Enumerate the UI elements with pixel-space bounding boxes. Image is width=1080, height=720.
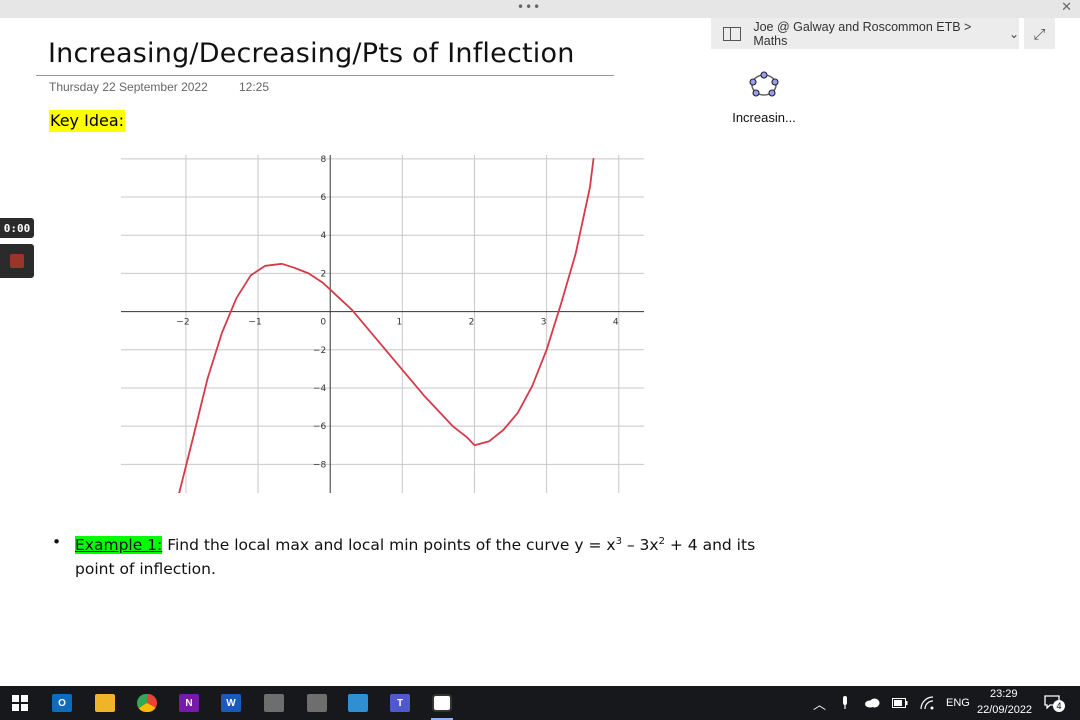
- close-icon[interactable]: ✕: [1061, 0, 1072, 15]
- x-tick-label: 1: [396, 318, 402, 328]
- taskbar-app[interactable]: [346, 691, 370, 715]
- example-text-b: – 3x: [621, 536, 659, 554]
- attachment-name: Increasin...: [732, 110, 796, 125]
- chevron-down-icon: ⌄: [1008, 26, 1019, 41]
- geogebra-icon: [432, 694, 452, 712]
- curve-line: [178, 157, 595, 493]
- y-tick-label: 6: [320, 193, 326, 203]
- taskbar-geogebra[interactable]: [430, 691, 454, 720]
- graph-svg: −2 −1 0 1 2 3 4 8 6 4 2 −2 −4 −6 −8: [121, 155, 644, 493]
- expand-button[interactable]: ⤢: [1024, 18, 1055, 49]
- notebook-icon: [723, 26, 742, 41]
- microphone-icon[interactable]: [840, 696, 850, 710]
- outlook-icon: O: [52, 694, 72, 712]
- taskbar-file-explorer[interactable]: [93, 691, 117, 715]
- stop-recording-button[interactable]: [0, 244, 34, 278]
- x-tick-label: 3: [541, 318, 547, 328]
- taskbar: O N W T ︿ ENG 23:29 22/09/2022 4: [0, 686, 1080, 720]
- example-text-a: Find the local max and local min points …: [162, 536, 616, 554]
- clock-time[interactable]: 23:29: [990, 688, 1018, 700]
- taskbar-chrome[interactable]: [135, 691, 159, 715]
- notification-badge: 4: [1053, 700, 1065, 712]
- x-tick-label: 2: [469, 318, 475, 328]
- chrome-icon: [137, 694, 157, 712]
- start-button[interactable]: [8, 691, 32, 715]
- y-tick-label: 2: [320, 269, 326, 279]
- geogebra-attachment[interactable]: Increasin...: [724, 68, 804, 125]
- calculator-icon: [264, 694, 284, 712]
- stop-icon: [10, 254, 24, 268]
- taskbar-outlook[interactable]: O: [50, 691, 74, 715]
- example-body: Example 1: Find the local max and local …: [52, 530, 772, 581]
- x-tick-label: −1: [248, 318, 261, 328]
- x-tick-label: 4: [613, 318, 619, 328]
- y-tick-label: −4: [313, 384, 327, 394]
- more-options-icon[interactable]: •••: [517, 0, 541, 14]
- y-tick-label: 8: [320, 155, 326, 165]
- onedrive-icon[interactable]: [864, 697, 880, 708]
- example-1[interactable]: • Example 1: Find the local max and loca…: [52, 530, 772, 581]
- file-explorer-icon: [95, 694, 115, 712]
- page-time: 12:25: [239, 80, 270, 94]
- clock-date[interactable]: 22/09/2022: [977, 704, 1032, 716]
- page-date: Thursday 22 September 2022: [49, 80, 208, 94]
- phone-icon: [307, 694, 327, 712]
- windows-icon: [12, 695, 28, 711]
- taskbar-onenote[interactable]: N: [177, 691, 201, 715]
- taskbar-word[interactable]: W: [219, 691, 243, 715]
- function-graph: −2 −1 0 1 2 3 4 8 6 4 2 −2 −4 −6 −8: [121, 155, 644, 493]
- x-tick-label: −2: [176, 318, 189, 328]
- app-icon: [348, 694, 368, 712]
- y-tick-label: −6: [313, 422, 327, 432]
- recording-timer: 0:00: [0, 218, 34, 238]
- onenote-icon: N: [179, 694, 199, 712]
- title-divider: [36, 75, 614, 76]
- key-idea-label[interactable]: Key Idea:: [49, 110, 126, 132]
- y-tick-label: −2: [313, 346, 326, 356]
- y-tick-label: 4: [320, 231, 326, 241]
- notification-button[interactable]: 4: [1044, 694, 1065, 712]
- notebook-breadcrumb[interactable]: Joe @ Galway and Roscommon ETB > Maths ⌄: [711, 18, 1019, 49]
- taskbar-teams[interactable]: T: [388, 691, 412, 715]
- page-title[interactable]: Increasing/Decreasing/Pts of Inflection: [48, 38, 575, 69]
- taskbar-phone[interactable]: [305, 691, 329, 715]
- y-tick-label: −8: [313, 460, 327, 470]
- bullet: •: [52, 533, 62, 551]
- word-icon: W: [221, 694, 241, 712]
- tray-chevron-icon[interactable]: ︿: [813, 694, 826, 713]
- geogebra-icon: [749, 71, 779, 97]
- x-tick-label: 0: [320, 318, 326, 328]
- breadcrumb-text: Joe @ Galway and Roscommon ETB > Maths: [753, 19, 972, 48]
- expand-icon: ⤢: [1033, 24, 1046, 43]
- language-indicator[interactable]: ENG: [946, 697, 970, 709]
- taskbar-calculator[interactable]: [262, 691, 286, 715]
- example-label: Example 1:: [75, 536, 163, 554]
- window-drag-strip[interactable]: ••• ✕: [0, 0, 1080, 18]
- wifi-icon[interactable]: [920, 696, 934, 710]
- battery-icon[interactable]: [892, 698, 908, 708]
- teams-icon: T: [390, 694, 410, 712]
